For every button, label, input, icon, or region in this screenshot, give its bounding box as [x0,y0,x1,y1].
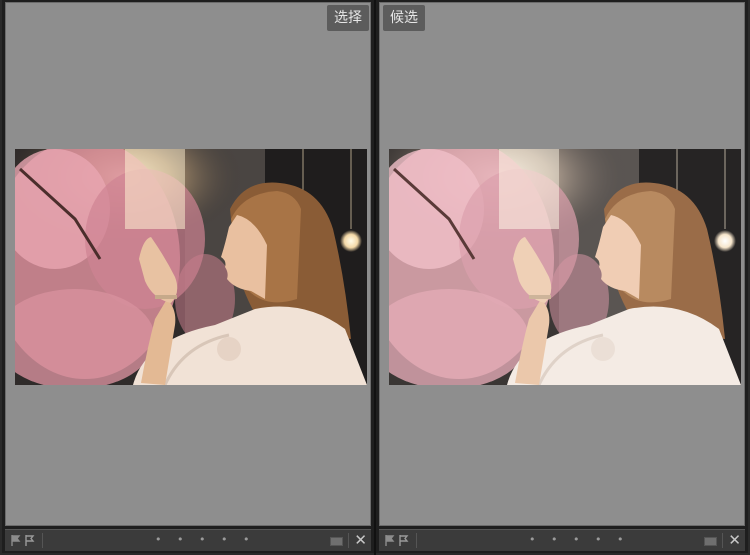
candidate-label: 候选 [383,5,425,31]
close-icon[interactable]: ✕ [728,531,741,550]
flag-icon[interactable] [385,535,395,546]
footer-separator [42,533,43,548]
star-rating[interactable]: • • • • • [155,532,255,548]
candidate-footer: • • • • • ✕ [379,529,745,551]
select-canvas[interactable]: 选择 [5,2,371,526]
color-label-icon[interactable] [704,537,717,546]
footer-separator [722,533,723,548]
select-label: 选择 [327,5,369,31]
select-footer: • • • • • ✕ [5,529,371,551]
compare-view: 选择 • • • • • ✕ 候选 • • • • • ✕ [0,0,750,555]
candidate-photo[interactable] [389,149,741,385]
select-photo[interactable] [15,149,367,385]
flag-icon[interactable] [11,535,21,546]
candidate-pane: 候选 • • • • • ✕ [376,0,748,553]
footer-separator [348,533,349,548]
pick-flag-icon[interactable] [25,535,35,546]
candidate-canvas[interactable]: 候选 [379,2,745,526]
close-icon[interactable]: ✕ [354,531,367,550]
color-label-icon[interactable] [330,537,343,546]
footer-separator [416,533,417,548]
pick-flag-icon[interactable] [399,535,409,546]
star-rating[interactable]: • • • • • [529,532,629,548]
select-pane: 选择 • • • • • ✕ [2,0,374,553]
